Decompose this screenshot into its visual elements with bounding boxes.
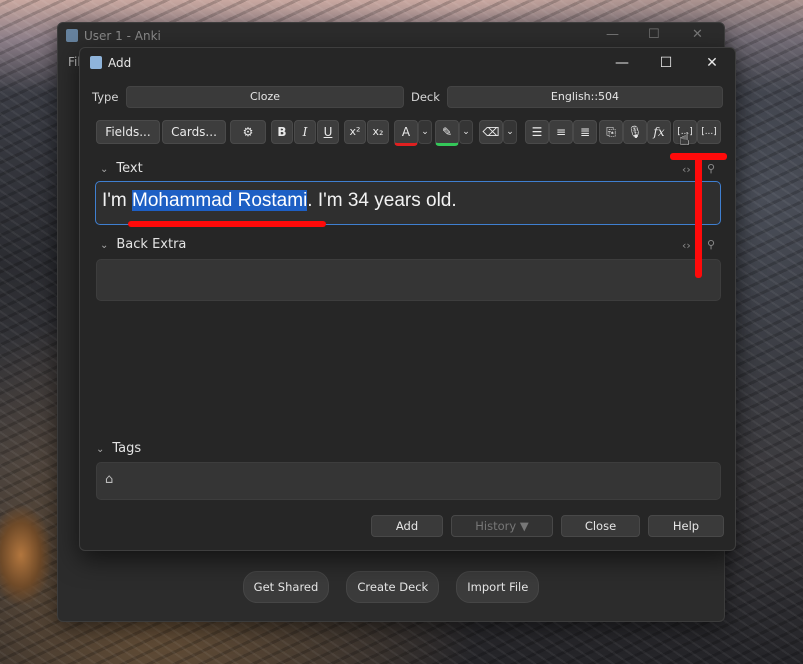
- formula-button[interactable]: fx: [647, 120, 671, 144]
- minimize-icon[interactable]: —: [606, 27, 619, 42]
- history-button[interactable]: History ▼: [451, 515, 553, 537]
- unordered-list-icon[interactable]: ☰: [525, 120, 549, 144]
- selected-text: Mohammad Rostami: [132, 190, 308, 211]
- close-icon[interactable]: ✕: [702, 55, 722, 71]
- align-icon[interactable]: ≣: [573, 120, 597, 144]
- highlight-icon[interactable]: ✎: [435, 120, 459, 146]
- back-extra-label: Back Extra: [116, 237, 187, 252]
- chevron-down-icon[interactable]: ⌄: [96, 444, 104, 455]
- text-color-button[interactable]: A: [394, 120, 418, 146]
- text-before: I'm: [102, 190, 133, 211]
- main-window-title: User 1 - Anki: [84, 29, 161, 43]
- add-dialog: Add — ☐ ✕ Type Cloze Deck English::504 F…: [79, 47, 736, 551]
- back-extra-header[interactable]: ⌄ Back Extra: [100, 237, 186, 252]
- add-button[interactable]: Add: [371, 515, 443, 537]
- eraser-icon[interactable]: ⌫: [479, 120, 503, 144]
- underline-button[interactable]: U: [317, 120, 339, 144]
- bold-button[interactable]: B: [271, 120, 293, 144]
- create-deck-button[interactable]: Create Deck: [346, 571, 440, 603]
- tags-header[interactable]: ⌄ Tags: [96, 441, 141, 456]
- note-type-selector[interactable]: Cloze: [126, 86, 404, 108]
- anki-app-icon: [66, 29, 78, 42]
- chevron-down-icon[interactable]: ⌄: [503, 120, 517, 144]
- text-field[interactable]: I'm Mohammad Rostami. I'm 34 years old.: [95, 181, 721, 225]
- attachment-icon[interactable]: ⎘: [599, 120, 623, 144]
- close-icon[interactable]: ✕: [692, 27, 703, 42]
- chevron-down-icon[interactable]: ⌄: [418, 120, 432, 144]
- text-field-label: Text: [116, 161, 143, 176]
- main-titlebar: User 1 - Anki — ☐ ✕: [58, 23, 724, 49]
- text-after: . I'm 34 years old.: [307, 190, 457, 211]
- get-shared-button[interactable]: Get Shared: [242, 571, 330, 603]
- ordered-list-icon[interactable]: ≡: [549, 120, 573, 144]
- html-editor-icon[interactable]: ‹›: [682, 163, 691, 176]
- cards-button[interactable]: Cards...: [162, 120, 226, 144]
- annotation-arrow: [695, 156, 702, 278]
- minimize-icon[interactable]: —: [612, 55, 632, 71]
- fields-button[interactable]: Fields...: [96, 120, 160, 144]
- tag-icon: ⌂: [105, 472, 114, 487]
- pin-icon[interactable]: ⚲: [707, 162, 715, 175]
- cloze-same-card-button[interactable]: [...]: [697, 120, 721, 144]
- gear-icon[interactable]: ⚙: [230, 120, 266, 144]
- maximize-icon[interactable]: ☐: [648, 27, 660, 42]
- add-titlebar: Add — ☐ ✕: [80, 48, 735, 78]
- tags-label: Tags: [112, 441, 142, 456]
- chevron-down-icon[interactable]: ⌄: [100, 164, 108, 175]
- deck-selector[interactable]: English::504: [447, 86, 723, 108]
- anki-app-icon: [90, 56, 102, 69]
- deck-actions: Get Shared Create Deck Import File: [58, 571, 724, 603]
- tags-field[interactable]: ⌂: [96, 462, 721, 500]
- deck-label: Deck: [411, 90, 440, 104]
- text-field-content[interactable]: I'm Mohammad Rostami. I'm 34 years old.: [102, 190, 457, 212]
- html-editor-icon[interactable]: ‹›: [682, 239, 691, 252]
- back-extra-field[interactable]: [96, 259, 721, 301]
- type-label: Type: [92, 90, 119, 104]
- superscript-button[interactable]: x²: [344, 120, 366, 144]
- microphone-icon[interactable]: 🎙: [623, 120, 647, 144]
- chevron-down-icon[interactable]: ⌄: [100, 240, 108, 251]
- maximize-icon[interactable]: ☐: [656, 55, 676, 71]
- desktop-plant: [0, 505, 52, 605]
- annotation-underline: [128, 221, 326, 227]
- dialog-title: Add: [108, 56, 132, 70]
- help-button[interactable]: Help: [648, 515, 724, 537]
- italic-button[interactable]: I: [294, 120, 316, 144]
- mouse-cursor-icon: ☝: [679, 129, 690, 150]
- text-field-header[interactable]: ⌄ Text: [100, 161, 143, 176]
- pin-icon[interactable]: ⚲: [707, 238, 715, 251]
- subscript-button[interactable]: x₂: [367, 120, 389, 144]
- chevron-down-icon[interactable]: ⌄: [459, 120, 473, 144]
- import-file-button[interactable]: Import File: [456, 571, 540, 603]
- close-button[interactable]: Close: [561, 515, 640, 537]
